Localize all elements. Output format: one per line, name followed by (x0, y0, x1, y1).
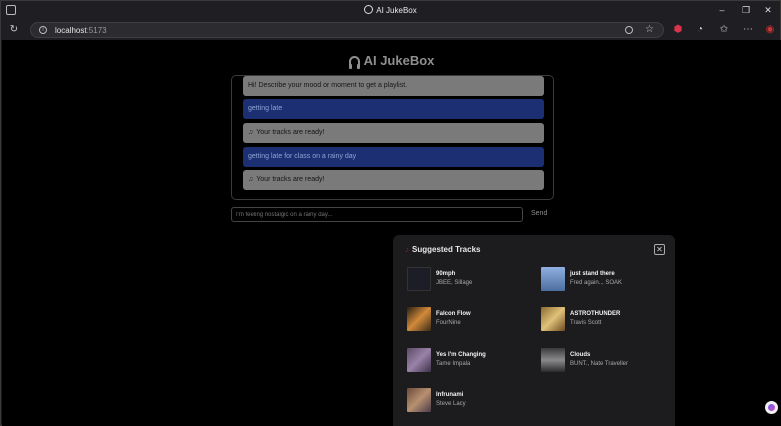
window-title: AI JukeBox (1, 5, 780, 15)
extension-icon[interactable]: ⬢ (671, 23, 685, 37)
track-artist: Tame Impala (436, 361, 471, 367)
album-art (407, 388, 431, 412)
send-button[interactable]: Send (531, 210, 547, 217)
edge-profile-icon[interactable]: ◉ (763, 23, 777, 37)
track-artist: Travis Scott (570, 320, 602, 326)
music-note-icon: ♫ (248, 129, 254, 136)
track-artist: BUNT., Nate Traveller (570, 361, 629, 367)
chat-message-bot: ♫ Your tracks are ready! (243, 170, 544, 190)
track-item[interactable]: Falcon Flow FourNine (407, 307, 537, 333)
title-bar: AI JukeBox – ❐ ✕ (1, 1, 780, 20)
track-name: just stand there (570, 271, 615, 277)
track-artist: JBEE, Sillage (436, 280, 473, 286)
url-host: localhost (55, 26, 87, 35)
favorite-star-icon[interactable]: ☆ (645, 24, 654, 36)
album-art (407, 348, 431, 372)
album-art (541, 348, 565, 372)
address-row: ↻ i localhost:5173 ☆ ⬢ ◔ ✩ ⋯ ◉ (1, 20, 780, 40)
assistant-icon[interactable] (765, 401, 778, 414)
track-name: Infrunami (436, 392, 464, 398)
restore-button[interactable]: ❐ (737, 3, 755, 17)
track-name: 90mph (436, 271, 456, 277)
window-title-text: AI JukeBox (376, 6, 417, 15)
chat-history: Hi! Describe your mood or moment to get … (231, 75, 554, 200)
track-artist: FourNine (436, 320, 461, 326)
refresh-button[interactable]: ↻ (7, 23, 21, 37)
album-art (541, 267, 565, 291)
url-text: localhost:5173 (55, 26, 107, 35)
message-text: getting late (248, 105, 283, 112)
track-item[interactable]: just stand there Fred again.., SOAK (541, 267, 671, 293)
track-item[interactable]: Infrunami Steve Lacy (407, 388, 537, 414)
globe-icon (364, 5, 374, 14)
chat-message-user: getting late (243, 99, 544, 119)
minimize-button[interactable]: – (713, 3, 731, 17)
track-artist: Fred again.., SOAK (570, 280, 623, 286)
app-title-text: AI JukeBox (363, 53, 435, 68)
close-window-button[interactable]: ✕ (759, 3, 777, 17)
music-note-icon: ♫ (248, 176, 254, 183)
track-item[interactable]: Clouds BUNT., Nate Traveller (541, 348, 671, 374)
panel-title-text: Suggested Tracks (412, 245, 481, 254)
panel-title: ♪ Suggested Tracks (405, 245, 480, 254)
track-name: ASTROTHUNDER (570, 311, 621, 317)
suggested-tracks-panel: ♪ Suggested Tracks ✕ 90mph JBEE, Sillage … (393, 235, 675, 426)
track-name: Clouds (570, 352, 591, 358)
chat-message-bot: Hi! Describe your mood or moment to get … (243, 76, 544, 96)
track-artist: Steve Lacy (436, 401, 466, 407)
address-bar[interactable]: i localhost:5173 ☆ (30, 22, 664, 38)
browser-window: AI JukeBox – ❐ ✕ ↻ i localhost:5173 ☆ ⬢ … (0, 0, 781, 426)
headphones-icon (348, 56, 360, 69)
chat-message-user: getting late for class on a rainy day (243, 147, 544, 167)
site-info-icon[interactable]: i (39, 26, 47, 34)
favorites-icon[interactable]: ✩ (717, 23, 731, 37)
zoom-icon[interactable] (625, 26, 633, 34)
message-text: getting late for class on a rainy day (248, 153, 357, 160)
music-note-icon: ♪ (405, 245, 409, 254)
url-port: :5173 (86, 26, 107, 35)
album-art (407, 267, 431, 291)
track-item[interactable]: ASTROTHUNDER Travis Scott (541, 307, 671, 333)
track-name: Falcon Flow (436, 311, 471, 317)
close-panel-button[interactable]: ✕ (654, 244, 665, 255)
page-viewport: AI JukeBox Hi! Describe your mood or mom… (2, 40, 781, 426)
chat-message-bot: ♫ Your tracks are ready! (243, 123, 544, 143)
mood-input[interactable] (231, 207, 523, 222)
message-text: Hi! Describe your mood or moment to get … (248, 82, 408, 89)
app-title: AI JukeBox (2, 53, 781, 69)
copilot-icon[interactable]: ◔ (693, 23, 707, 37)
message-text: Your tracks are ready! (256, 176, 325, 183)
track-name: Yes I'm Changing (436, 352, 486, 358)
album-art (541, 307, 565, 331)
message-text: Your tracks are ready! (256, 129, 325, 136)
more-menu-icon[interactable]: ⋯ (741, 23, 755, 37)
track-item[interactable]: 90mph JBEE, Sillage (407, 267, 537, 293)
album-art (407, 307, 431, 331)
track-item[interactable]: Yes I'm Changing Tame Impala (407, 348, 537, 374)
